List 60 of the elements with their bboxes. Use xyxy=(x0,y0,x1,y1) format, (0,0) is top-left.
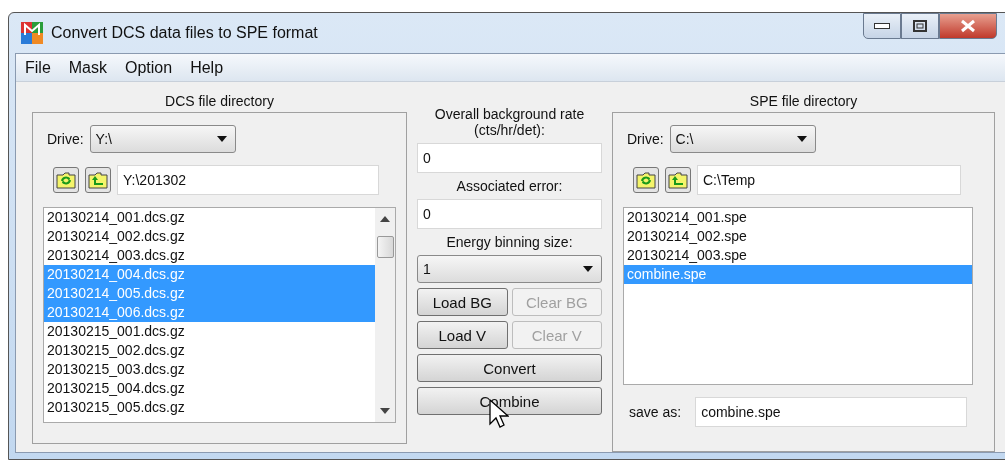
binning-dropdown[interactable]: 1 xyxy=(417,255,602,283)
list-entry[interactable]: 20130215_002.dcs.gz xyxy=(44,341,375,360)
list-entry[interactable]: 20130214_002.dcs.gz xyxy=(44,227,375,246)
menu-item[interactable]: File xyxy=(16,58,60,77)
list-entry[interactable]: 20130215_001.dcs.gz xyxy=(44,322,375,341)
error-field[interactable]: 0 xyxy=(417,199,602,229)
drive-dropdown[interactable]: C:\ xyxy=(669,125,816,153)
list-entry[interactable]: 20130215_004.dcs.gz xyxy=(44,379,375,398)
drive-label: Drive: xyxy=(47,131,84,147)
action-button[interactable]: Combine xyxy=(417,387,602,415)
dropdown-arrow-icon xyxy=(796,136,807,142)
action-button[interactable]: Load V xyxy=(417,321,508,349)
drive-dropdown[interactable]: Y:\ xyxy=(89,125,236,153)
list-entry[interactable]: 20130214_002.spe xyxy=(624,227,972,246)
scroll-up-icon xyxy=(380,216,390,222)
minimize-button[interactable] xyxy=(863,13,901,39)
menu-item[interactable]: Help xyxy=(181,58,233,77)
list-entry[interactable]: 20130214_001.dcs.gz xyxy=(44,208,375,227)
file-list[interactable]: 20130214_001.spe 20130214_002.spe 20130214_003.spe combine.spe xyxy=(623,207,973,385)
dropdown-arrow-icon xyxy=(583,266,593,272)
app-icon xyxy=(21,22,43,44)
action-button[interactable]: Load BG xyxy=(417,288,508,316)
list-entry[interactable]: 20130214_001.spe xyxy=(624,208,972,227)
drive-label: Drive: xyxy=(627,131,664,147)
list-entry[interactable]: 20130215_003.dcs.gz xyxy=(44,360,375,379)
error-label: Associated error: xyxy=(455,178,564,194)
save-as-field[interactable]: combine.spe xyxy=(695,397,968,427)
up-folder-icon xyxy=(668,171,688,189)
save-as-label: save as: xyxy=(629,404,682,420)
refresh-button[interactable] xyxy=(633,167,659,193)
maximize-button[interactable] xyxy=(901,13,939,39)
group-heading: SPE file directory xyxy=(748,92,859,111)
list-entry[interactable]: 20130214_003.spe xyxy=(624,246,972,265)
up-folder-icon xyxy=(88,171,108,189)
menu-item[interactable]: Mask xyxy=(59,58,116,77)
refresh-folder-icon xyxy=(636,171,656,189)
menu-item[interactable]: Option xyxy=(116,58,182,77)
file-list[interactable] xyxy=(43,207,396,423)
background-rate-label: Overall background rate (cts/hr/det): xyxy=(433,106,586,138)
path-field[interactable]: Y:\201302 xyxy=(117,165,379,195)
background-rate-field[interactable]: 0 xyxy=(417,143,602,173)
refresh-folder-icon xyxy=(56,171,76,189)
group-heading: DCS file directory xyxy=(164,92,275,111)
list-entry[interactable]: 20130215_005.dcs.gz xyxy=(44,398,375,417)
window-title: Convert DCS data files to SPE format xyxy=(51,24,319,42)
parent-folder-button[interactable] xyxy=(85,167,111,193)
refresh-button[interactable] xyxy=(53,167,79,193)
action-button[interactable]: Convert xyxy=(417,354,602,382)
scroll-thumb[interactable] xyxy=(377,236,394,258)
scrollbar[interactable] xyxy=(375,208,395,422)
dropdown-arrow-icon xyxy=(216,136,227,142)
parent-folder-button[interactable] xyxy=(665,167,691,193)
path-field[interactable]: C:\Temp xyxy=(697,165,961,195)
minimize-icon xyxy=(874,23,890,29)
maximize-icon xyxy=(913,20,927,32)
scroll-down-icon xyxy=(380,408,390,414)
binning-label: Energy binning size: xyxy=(445,234,574,250)
list-entry[interactable]: 20130214_003.dcs.gz xyxy=(44,246,375,265)
close-icon xyxy=(960,19,976,33)
close-button[interactable] xyxy=(939,13,997,39)
